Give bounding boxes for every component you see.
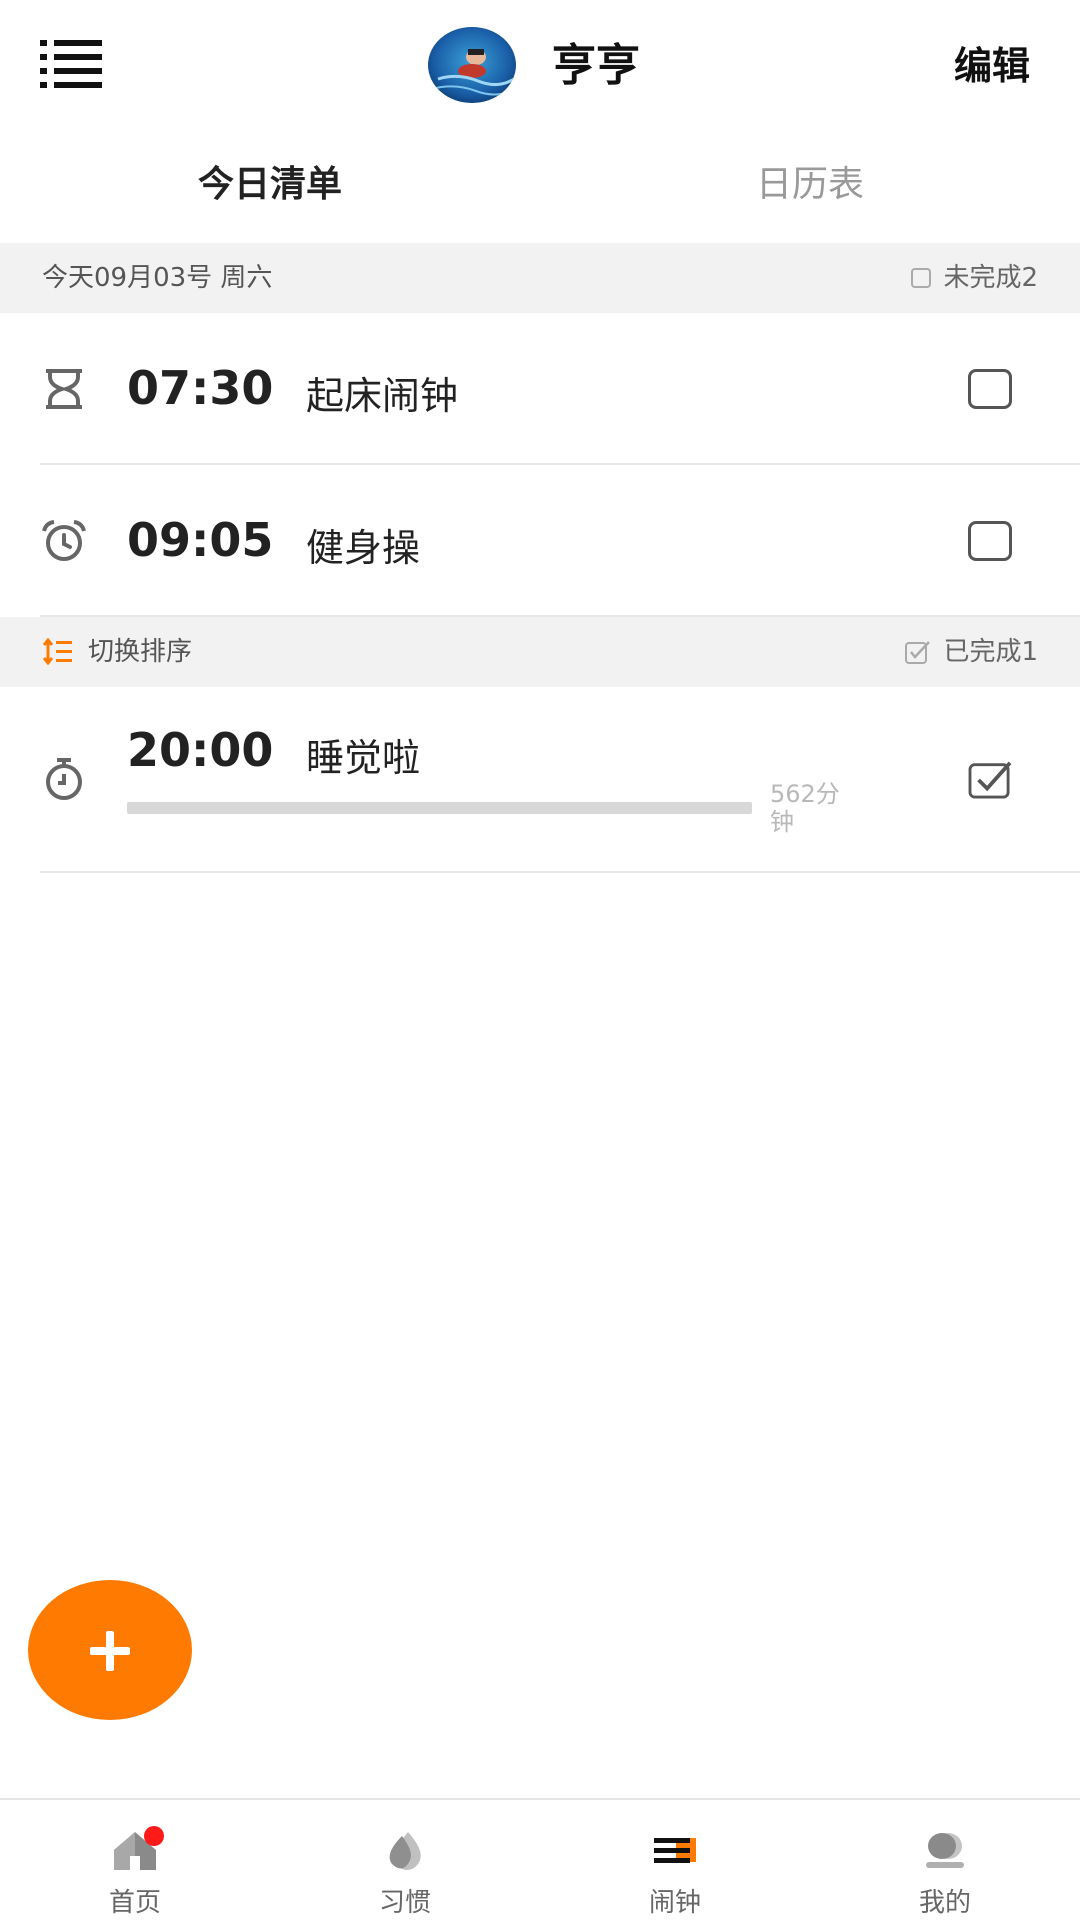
alarm-row[interactable]: 09:05 健身操 <box>0 465 1080 617</box>
alarm-clock-icon <box>42 520 86 561</box>
edit-button[interactable]: 编辑 <box>954 38 1030 94</box>
remaining-progress-bar <box>127 802 752 814</box>
unchecked-box-icon <box>911 268 932 288</box>
nav-label: 首页 <box>108 1888 161 1918</box>
pending-filter[interactable]: 未完成2 <box>911 243 1038 313</box>
top-bar: 亨亨 编辑 <box>0 0 1080 130</box>
notification-badge <box>144 1826 164 1846</box>
profile-icon <box>926 1833 964 1868</box>
date-label: 今天09月03号 周六 <box>42 263 273 293</box>
alarm-time: 09:05 <box>127 513 274 567</box>
nav-home[interactable]: 首页 <box>0 1800 270 1920</box>
alarm-row-completed[interactable]: 20:00 睡觉啦 <box>0 687 1080 873</box>
menu-button[interactable] <box>40 38 110 90</box>
checked-box-icon <box>905 641 931 664</box>
nav-profile[interactable]: 我的 <box>810 1800 1080 1920</box>
checked-checkbox[interactable] <box>968 759 1012 799</box>
nav-label: 我的 <box>918 1888 971 1918</box>
row-divider <box>40 871 1080 873</box>
bottom-nav: 首页 习惯 闹钟 我的 <box>0 1798 1080 1922</box>
alarm-list-icon <box>654 1838 696 1863</box>
pending-section-header: 今天09月03号 周六 未完成2 <box>0 243 1080 313</box>
list-menu-icon <box>40 40 102 88</box>
pending-count-label: 未完成2 <box>943 263 1038 293</box>
drop-icon <box>389 1832 421 1870</box>
remaining-minutes-label: 562分钟 <box>770 780 840 836</box>
sort-toggle[interactable]: 切换排序 <box>42 617 192 687</box>
alarm-title: 健身操 <box>306 526 421 570</box>
add-alarm-button[interactable] <box>28 1580 192 1720</box>
alarm-time: 20:00 <box>127 723 274 777</box>
done-section-header: 切换排序 已完成1 <box>0 617 1080 687</box>
alarm-checkbox[interactable] <box>968 369 1012 409</box>
tab-calendar[interactable]: 日历表 <box>540 150 1080 220</box>
alarm-title: 起床闹钟 <box>306 374 459 418</box>
hourglass-icon <box>46 369 82 409</box>
avatar-swimmer-image <box>428 27 516 103</box>
done-filter[interactable]: 已完成1 <box>905 617 1038 687</box>
avatar[interactable] <box>428 27 516 103</box>
nav-habits[interactable]: 习惯 <box>270 1800 540 1920</box>
nav-label: 闹钟 <box>648 1888 701 1918</box>
alarm-row[interactable]: 07:30 起床闹钟 <box>0 313 1080 465</box>
done-count-label: 已完成1 <box>943 637 1038 667</box>
username: 亨亨 <box>552 40 640 91</box>
tab-today-list[interactable]: 今日清单 <box>0 150 540 220</box>
alarm-title: 睡觉啦 <box>306 736 421 780</box>
stopwatch-icon <box>46 758 82 800</box>
sort-icon <box>42 638 72 666</box>
alarm-time: 07:30 <box>127 361 274 415</box>
view-tabs: 今日清单 日历表 <box>0 150 1080 220</box>
nav-alarm[interactable]: 闹钟 <box>540 1800 810 1920</box>
sort-label: 切换排序 <box>88 637 193 667</box>
nav-label: 习惯 <box>378 1888 431 1918</box>
alarm-checkbox[interactable] <box>968 521 1012 561</box>
